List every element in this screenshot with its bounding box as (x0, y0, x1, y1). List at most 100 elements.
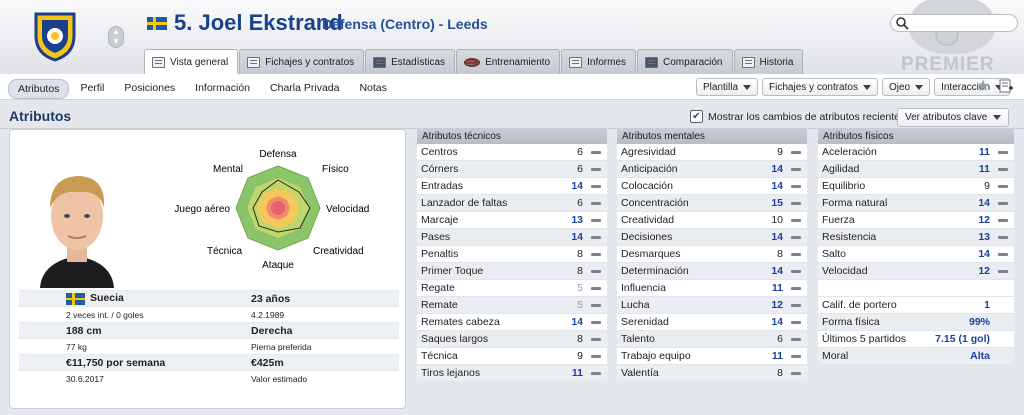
player-photo[interactable] (30, 150, 124, 288)
attribute-row[interactable]: Colocación 14 (617, 178, 807, 195)
attribute-row[interactable]: Saques largos 8 (417, 331, 607, 348)
attribute-trend-icon (791, 320, 801, 324)
tab-estadisticas[interactable]: Estadísticas (365, 49, 456, 74)
player-position-club[interactable]: Defensa (Centro) - Leeds (322, 16, 488, 32)
subnav-charla-privada[interactable]: Charla Privada (261, 79, 348, 99)
attribute-row[interactable]: Serenidad 14 (617, 314, 807, 331)
subnav-perfil[interactable]: Perfil (71, 79, 113, 99)
attribute-trend-icon (998, 304, 1008, 307)
attribute-row[interactable]: Remate 5 (417, 297, 607, 314)
attribute-trend-icon (791, 269, 801, 273)
search-input[interactable] (890, 14, 1018, 32)
chevron-down-icon (862, 84, 871, 90)
attribute-trend-icon (998, 252, 1008, 256)
player-nav-stepper-icon[interactable]: ▲ ▼ (108, 26, 124, 48)
attribute-row[interactable]: Lucha 12 (617, 297, 807, 314)
attribute-value: 5 (577, 299, 583, 311)
premier-league-logo: PREMIER (897, 0, 1024, 74)
attribute-name: Serenidad (621, 316, 669, 328)
attribute-name: Regate (421, 282, 455, 294)
attribute-row[interactable]: Equilibrio 9 (818, 178, 1014, 195)
attribute-row[interactable]: Concentración 15 (617, 195, 807, 212)
international-caps: 2 veces int. / 0 goles (66, 309, 144, 320)
attribute-name: Equilibrio (822, 180, 866, 192)
plantilla-dropdown[interactable]: Plantilla (696, 78, 759, 96)
nationality[interactable]: Suecia (90, 292, 124, 304)
show-changes-toggle[interactable]: ✔ Mostrar los cambios de atributos recie… (690, 110, 905, 123)
attribute-name: Forma natural (822, 197, 888, 209)
attribute-name: Primer Toque (421, 265, 484, 277)
attribute-row[interactable]: Córners 6 (417, 161, 607, 178)
overview-icon (152, 56, 165, 68)
league-logo-text: PREMIER (901, 54, 995, 74)
attribute-value: 8 (577, 333, 583, 345)
search-icon (896, 17, 909, 30)
attribute-row[interactable]: Calif. de portero 1 (818, 297, 1014, 314)
subnav-posiciones[interactable]: Posiciones (115, 79, 184, 99)
attribute-value: 8 (777, 367, 783, 379)
attribute-row[interactable]: Centros 6 (417, 144, 607, 161)
training-ball-icon (464, 57, 481, 67)
attribute-trend-icon (591, 286, 601, 290)
tab-vista-general[interactable]: Vista general (144, 49, 239, 74)
attribute-row[interactable]: Decisiones 14 (617, 229, 807, 246)
attribute-name: Agilidad (822, 163, 860, 175)
attribute-row[interactable]: Resistencia 13 (818, 229, 1014, 246)
tab-comparacion[interactable]: Comparación (637, 49, 733, 74)
subnav-atributos[interactable]: Atributos (8, 79, 70, 99)
attribute-row[interactable]: Remates cabeza 14 (417, 314, 607, 331)
attribute-row[interactable]: Salto 14 (818, 246, 1014, 263)
attribute-row[interactable]: Marcaje 13 (417, 212, 607, 229)
attribute-value: 11 (771, 350, 783, 362)
view-key-attributes-button[interactable]: Ver atributos clave (897, 108, 1010, 127)
attribute-row[interactable]: Talento 6 (617, 331, 807, 348)
attribute-row[interactable]: Primer Toque 8 (417, 263, 607, 280)
attribute-value: 11 (978, 146, 990, 158)
add-note-icon[interactable] (999, 79, 1013, 93)
attribute-row[interactable]: Determinación 14 (617, 263, 807, 280)
attribute-row[interactable]: Forma natural 14 (818, 195, 1014, 212)
attribute-row[interactable]: Aceleración 11 (818, 144, 1014, 161)
attribute-row[interactable]: Fuerza 12 (818, 212, 1014, 229)
attribute-trend-icon (591, 269, 601, 273)
attribute-name: Salto (822, 248, 846, 260)
attribute-value: 14 (771, 231, 783, 243)
club-crest-icon[interactable] (32, 10, 78, 62)
history-icon (741, 56, 755, 68)
attribute-row[interactable]: Moral Alta (818, 348, 1014, 365)
subnav-notas[interactable]: Notas (350, 79, 395, 99)
attribute-row[interactable]: Penaltis 8 (417, 246, 607, 263)
attribute-name: Entradas (421, 180, 464, 192)
attribute-row[interactable]: Creatividad 10 (617, 212, 807, 229)
ojeo-dropdown[interactable]: Ojeo (881, 78, 931, 96)
fichajes-dropdown[interactable]: Fichajes y contratos (762, 78, 878, 96)
attribute-row[interactable]: Regate 5 (417, 280, 607, 297)
tab-fichajes[interactable]: Fichajes y contratos (239, 49, 365, 74)
attribute-value: 9 (777, 146, 783, 158)
attribute-row[interactable]: Agresividad 9 (617, 144, 807, 161)
attribute-row[interactable]: Influencia 11 (617, 280, 807, 297)
attribute-row[interactable]: Tiros lejanos 11 (417, 365, 607, 382)
attribute-row[interactable]: Agilidad 11 (818, 161, 1014, 178)
tab-informes[interactable]: Informes (561, 49, 637, 74)
tab-historia[interactable]: Historia (733, 49, 804, 74)
attribute-row[interactable]: Velocidad 12 (818, 263, 1014, 280)
attribute-row[interactable]: Trabajo equipo 11 (617, 348, 807, 365)
attribute-row[interactable]: Lanzador de faltas 6 (417, 195, 607, 212)
attribute-row[interactable]: Pases 14 (417, 229, 607, 246)
attribute-name: Tiros lejanos (421, 367, 481, 379)
star-icon[interactable]: ★ (976, 79, 990, 95)
attribute-row[interactable]: Últimos 5 partidos 7.15 (1 gol) (818, 331, 1014, 348)
attribute-row[interactable]: Anticipación 14 (617, 161, 807, 178)
attribute-row[interactable]: Forma física 99% (818, 314, 1014, 331)
tab-bar: Vista general Fichajes y contratos Estad… (144, 49, 804, 74)
subnav-informacion[interactable]: Información (186, 79, 259, 99)
attribute-trend-icon (791, 337, 801, 341)
show-changes-checkbox[interactable]: ✔ (690, 110, 703, 123)
attribute-row[interactable]: Entradas 14 (417, 178, 607, 195)
tab-entrenamiento[interactable]: Entrenamiento (456, 49, 561, 74)
attribute-row[interactable]: Valentía 8 (617, 365, 807, 382)
attribute-row[interactable]: Desmarques 8 (617, 246, 807, 263)
attribute-row[interactable]: Técnica 9 (417, 348, 607, 365)
attribute-value: 8 (777, 248, 783, 260)
